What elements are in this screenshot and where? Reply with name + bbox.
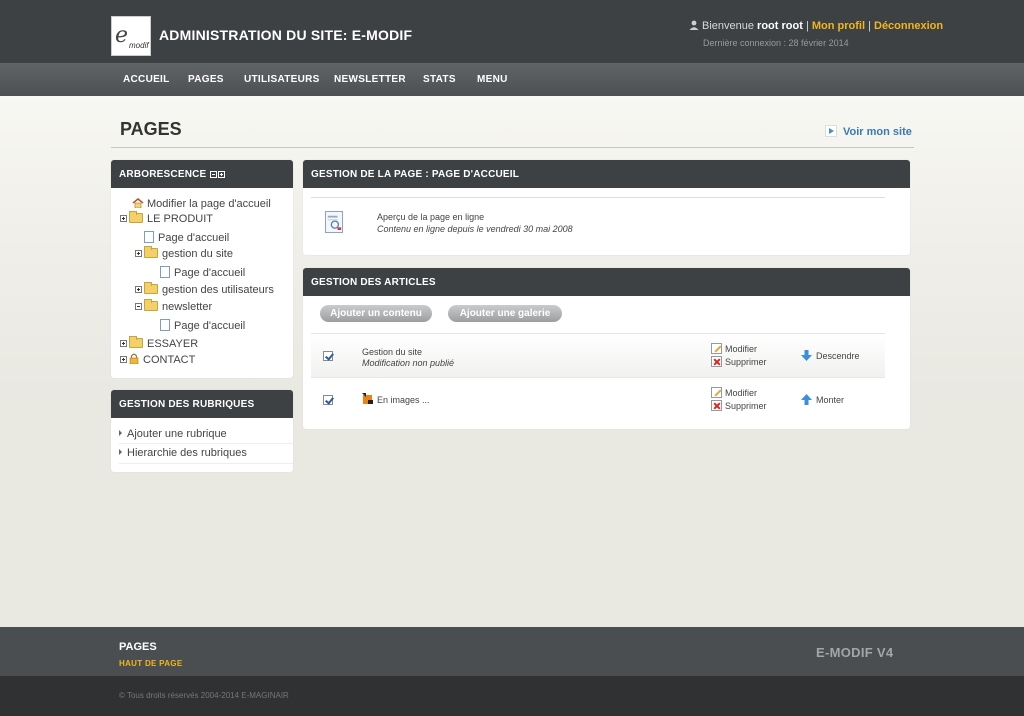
back-to-top-link[interactable]: HAUT DE PAGE	[119, 659, 182, 668]
delete-article-button[interactable]: Supprimer	[711, 400, 767, 411]
edit-icon	[711, 343, 722, 354]
articles-panel: GESTION DES ARTICLES Ajouter un contenu …	[303, 268, 910, 429]
house-icon	[132, 198, 144, 208]
rubrique-hierarchy-link[interactable]: Hierarchie des rubriques	[119, 447, 247, 459]
tree-item-folder[interactable]: ESSAYER	[120, 336, 198, 351]
tree-item-folder[interactable]: gestion des utilisateurs	[135, 282, 274, 297]
nav-item-newsletter[interactable]: NEWSLETTER	[334, 74, 406, 85]
page-icon	[144, 231, 154, 243]
tree-panel-header: ARBORESCENCE	[111, 160, 293, 188]
divider	[119, 443, 293, 444]
article-row: En images ... Modifier Supprimer Monter	[311, 378, 885, 422]
arrow-right-icon	[825, 125, 837, 137]
divider	[111, 147, 914, 148]
move-up-button[interactable]: Monter	[801, 394, 844, 405]
expand-all-icon[interactable]	[218, 171, 226, 178]
article-title[interactable]: Gestion du site	[362, 347, 422, 357]
tree-item-folder[interactable]: LE PRODUIT	[120, 211, 213, 226]
logout-link[interactable]: Déconnexion	[874, 20, 943, 32]
tree-item-page[interactable]: Page d'accueil	[160, 266, 245, 280]
page-icon	[160, 266, 170, 278]
arrow-down-icon	[801, 350, 812, 361]
last-login: Dernière connexion : 28 février 2014	[703, 38, 849, 48]
page-icon	[160, 319, 170, 331]
expand-icon[interactable]	[120, 356, 127, 363]
edit-article-button[interactable]: Modifier	[711, 387, 757, 398]
tree-item-folder[interactable]: gestion du site	[135, 246, 233, 261]
add-content-button[interactable]: Ajouter un contenu	[320, 305, 432, 322]
main-nav: ACCUEIL PAGES UTILISATEURS NEWSLETTER ST…	[0, 63, 1024, 96]
collapse-icon[interactable]	[135, 303, 142, 310]
bullet-arrow-icon	[119, 430, 122, 436]
add-rubrique-link[interactable]: Ajouter une rubrique	[119, 428, 227, 440]
expand-icon[interactable]	[135, 250, 142, 257]
tree-item-locked[interactable]: CONTACT	[120, 353, 195, 367]
nav-item-stats[interactable]: STATS	[423, 74, 456, 85]
nav-item-utilisateurs[interactable]: UTILISATEURS	[244, 74, 320, 85]
user-name: root root	[757, 20, 803, 32]
folder-icon	[144, 282, 158, 294]
tree-item-page[interactable]: Page d'accueil	[144, 231, 229, 245]
profile-link[interactable]: Mon profil	[812, 20, 865, 32]
folder-icon	[144, 246, 158, 258]
delete-icon	[711, 400, 722, 411]
move-down-button[interactable]: Descendre	[801, 350, 860, 361]
expand-icon[interactable]	[120, 340, 127, 347]
rubriques-panel: GESTION DES RUBRIQUES Ajouter une rubriq…	[111, 390, 293, 472]
folder-icon	[129, 211, 143, 223]
image-gallery-icon	[362, 393, 373, 404]
version-label: E-MODIF V4	[816, 645, 894, 660]
page-title: PAGES	[120, 119, 182, 139]
tree-panel-title: ARBORESCENCE	[119, 169, 207, 180]
site-logo[interactable]: e modif	[111, 16, 151, 56]
lock-icon	[129, 353, 139, 364]
view-site-link[interactable]: Voir mon site	[825, 125, 912, 138]
edit-icon	[711, 387, 722, 398]
tree-item-home[interactable]: Modifier la page d'accueil	[132, 197, 271, 211]
page-management-panel: GESTION DE LA PAGE : PAGE D'ACCUEIL Aper…	[303, 160, 910, 255]
article-checkbox[interactable]	[323, 395, 333, 405]
tree-item-page[interactable]: Page d'accueil	[160, 319, 245, 333]
delete-article-button[interactable]: Supprimer	[711, 356, 767, 367]
view-site-label: Voir mon site	[843, 126, 912, 138]
divider	[311, 197, 885, 198]
folder-icon	[129, 336, 143, 348]
expand-icon[interactable]	[120, 215, 127, 222]
nav-item-menu[interactable]: MENU	[477, 74, 508, 85]
tree-item-folder[interactable]: newsletter	[135, 299, 212, 314]
collapse-all-icon[interactable]	[210, 171, 218, 178]
copyright: © Tous droits réservés 2004-2014 E-MAGIN…	[119, 691, 289, 700]
arrow-up-icon	[801, 394, 812, 405]
expand-icon[interactable]	[135, 286, 142, 293]
footer-title: PAGES	[119, 641, 157, 653]
folder-icon	[144, 299, 158, 311]
divider	[119, 463, 293, 464]
page-management-header: GESTION DE LA PAGE : PAGE D'ACCUEIL	[303, 160, 910, 188]
logo-text: modif	[129, 41, 149, 50]
preview-label[interactable]: Aperçu de la page en ligne	[377, 212, 484, 222]
article-status: Modification non publié	[362, 358, 455, 368]
rubriques-panel-header: GESTION DES RUBRIQUES	[111, 390, 293, 418]
separator: |	[868, 20, 871, 32]
online-since-text: Contenu en ligne depuis le vendredi 30 m…	[377, 224, 573, 234]
logo-letter: e	[115, 23, 129, 48]
welcome-prefix: Bienvenue	[702, 20, 758, 32]
welcome-bar: Bienvenue root root | Mon profil | Décon…	[689, 20, 943, 32]
tree-panel: ARBORESCENCE Modifier la page d'accueil …	[111, 160, 293, 378]
article-row: Gestion du site Modification non publié …	[311, 334, 885, 378]
bullet-arrow-icon	[119, 449, 122, 455]
header: e modif ADMINISTRATION DU SITE: E-MODIF …	[0, 0, 1024, 63]
add-gallery-button[interactable]: Ajouter une galerie	[448, 305, 562, 322]
nav-item-accueil[interactable]: ACCUEIL	[123, 74, 170, 85]
user-icon	[689, 20, 699, 30]
article-checkbox[interactable]	[323, 351, 333, 361]
delete-icon	[711, 356, 722, 367]
article-title[interactable]: En images ...	[362, 393, 430, 405]
articles-panel-header: GESTION DES ARTICLES	[303, 268, 910, 296]
separator: |	[805, 20, 809, 32]
edit-article-button[interactable]: Modifier	[711, 343, 757, 354]
preview-page-icon[interactable]	[325, 211, 343, 233]
site-title: ADMINISTRATION DU SITE: E-MODIF	[159, 27, 413, 43]
nav-item-pages[interactable]: PAGES	[188, 74, 224, 85]
